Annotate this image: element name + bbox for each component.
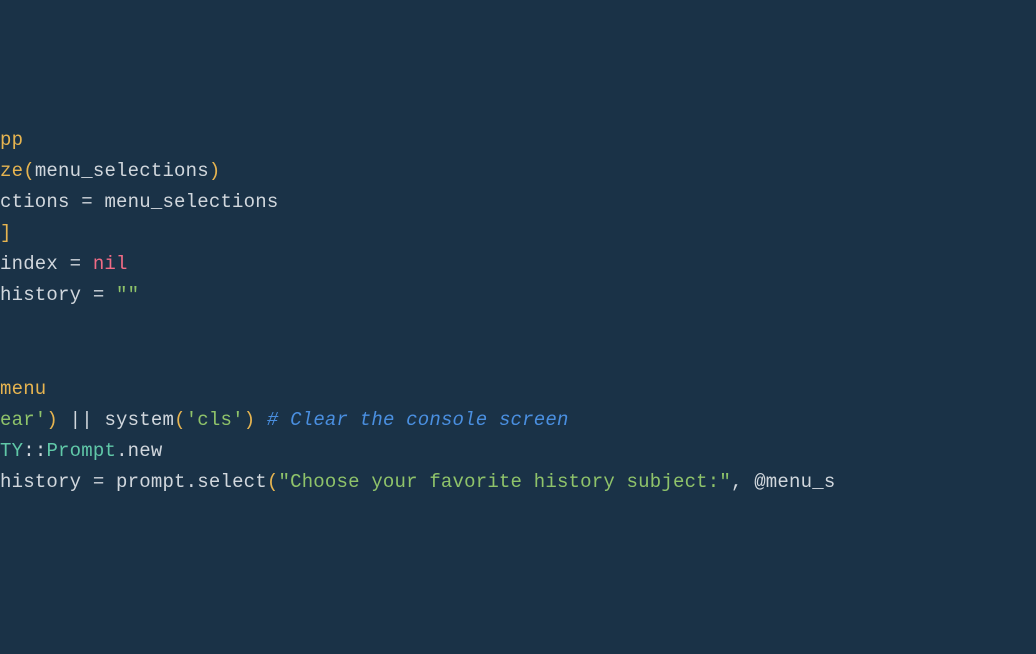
code-token: menu_selections <box>35 160 209 182</box>
code-token: = <box>81 471 116 493</box>
code-token: ( <box>174 409 186 431</box>
code-line: TY::Prompt.new <box>0 436 1036 467</box>
code-token: = <box>58 253 93 275</box>
code-line <box>0 343 1036 374</box>
code-token: history <box>0 471 81 493</box>
code-token: ctions <box>0 191 70 213</box>
code-token: = <box>70 191 105 213</box>
code-token: || <box>58 409 104 431</box>
code-token: , <box>731 471 754 493</box>
code-token: select <box>197 471 267 493</box>
code-token: ) <box>46 409 58 431</box>
code-line: pp <box>0 125 1036 156</box>
code-line: history = prompt.select("Choose your fav… <box>0 467 1036 498</box>
code-token: ( <box>267 471 279 493</box>
code-token: index <box>0 253 58 275</box>
code-token: 'cls' <box>186 409 244 431</box>
code-token: new <box>128 440 163 462</box>
code-line: history = "" <box>0 280 1036 311</box>
code-token: :: <box>23 440 46 462</box>
code-token: prompt <box>116 471 186 493</box>
code-token: history <box>0 284 81 306</box>
code-token <box>255 409 267 431</box>
code-line: ze(menu_selections) <box>0 156 1036 187</box>
code-token: "" <box>116 284 139 306</box>
code-token: nil <box>93 253 128 275</box>
code-token: ] <box>0 222 12 244</box>
code-line: index = nil <box>0 249 1036 280</box>
code-line: menu <box>0 374 1036 405</box>
code-token: TY <box>0 440 23 462</box>
code-line <box>0 312 1036 343</box>
code-token: system <box>104 409 174 431</box>
code-line: ear') || system('cls') # Clear the conso… <box>0 405 1036 436</box>
code-token: @menu_s <box>754 471 835 493</box>
code-token: menu_selections <box>104 191 278 213</box>
code-token: "Choose your favorite history subject:" <box>279 471 731 493</box>
code-token: pp <box>0 129 23 151</box>
code-editor[interactable]: ppze(menu_selections)ctions = menu_selec… <box>0 125 1036 499</box>
code-token: ear' <box>0 409 46 431</box>
code-token: ( <box>23 160 35 182</box>
code-token: = <box>81 284 116 306</box>
code-token: # Clear the console screen <box>267 409 569 431</box>
code-token: menu <box>0 378 46 400</box>
code-token: ze <box>0 160 23 182</box>
code-token: . <box>116 440 128 462</box>
code-token: ) <box>209 160 221 182</box>
code-token: . <box>186 471 198 493</box>
code-token: Prompt <box>46 440 116 462</box>
code-token: ) <box>244 409 256 431</box>
code-line: ] <box>0 218 1036 249</box>
code-line: ctions = menu_selections <box>0 187 1036 218</box>
